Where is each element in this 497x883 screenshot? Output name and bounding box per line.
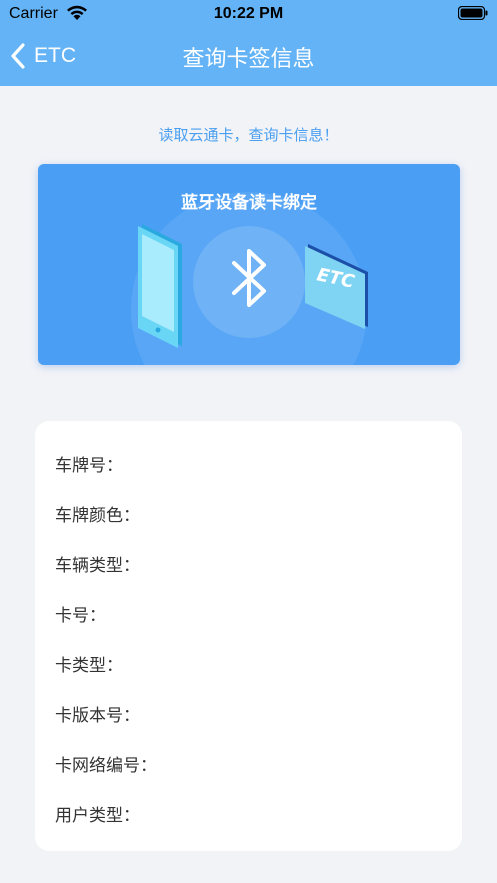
card-number-label: 卡号：	[55, 606, 106, 626]
status-bar: Carrier 10:22 PM	[0, 0, 497, 28]
plate-number-label: 车牌号：	[55, 456, 123, 476]
user-type-label: 用户类型：	[55, 806, 140, 826]
page-title: 查询卡签信息	[182, 47, 315, 72]
bluetooth-bind-banner[interactable]: ETC 蓝牙设备读卡绑定	[38, 164, 460, 365]
phone-icon	[138, 224, 182, 348]
battery-icon	[458, 6, 488, 20]
vehicle-type-label: 车辆类型：	[55, 556, 140, 576]
banner-title: 蓝牙设备读卡绑定	[181, 193, 317, 213]
plate-color-label: 车牌颜色：	[55, 506, 140, 526]
card-version-label: 卡版本号：	[55, 706, 140, 726]
hint-text: 读取云通卡，查询卡信息！	[158, 126, 339, 144]
card-info-panel: 车牌号： 车牌颜色： 车辆类型： 卡号： 卡类型： 卡版本号： 卡网络编号： 用…	[35, 421, 462, 851]
status-time: 10:22 PM	[213, 5, 284, 22]
nav-bar: ETC 查询卡签信息	[0, 28, 497, 86]
card-type-label: 卡类型：	[55, 656, 123, 676]
card-network-number-label: 卡网络编号：	[55, 756, 157, 776]
